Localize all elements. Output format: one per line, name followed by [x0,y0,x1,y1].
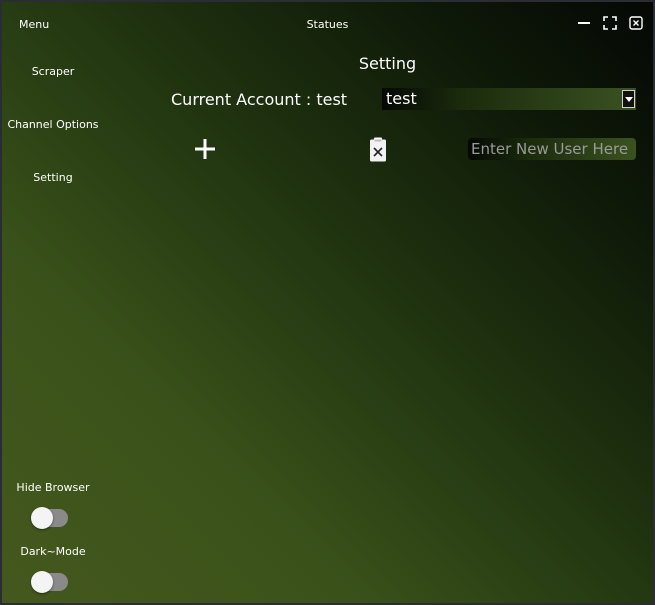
dark-mode-label: Dark~Mode [20,545,86,558]
sidebar-item-setting[interactable]: Setting [2,171,104,184]
window-controls [577,16,643,30]
new-user-input[interactable] [468,138,636,160]
hide-browser-label: Hide Browser [16,481,90,494]
account-select-value: test [386,89,417,108]
page-title: Setting [358,54,417,73]
sidebar: Scraper Channel Options Setting Hide Bro… [2,46,104,602]
current-account-label: Current Account : test [171,90,348,109]
delete-user-button[interactable] [369,137,387,162]
account-select[interactable]: test [382,88,636,110]
window-title: Statues [306,18,349,31]
close-icon[interactable] [629,16,643,30]
toggle-knob [31,571,53,593]
settings-panel: Setting Current Account : test test [104,46,653,603]
minimize-icon[interactable] [577,16,591,30]
sidebar-item-channel-options[interactable]: Channel Options [2,118,104,131]
toggle-knob [31,507,53,529]
app-window: Menu Statues Scraper Channel Options Set… [0,0,655,605]
dark-mode-toggle[interactable] [31,571,68,593]
hide-browser-toggle[interactable] [31,507,68,529]
title-bar: Menu Statues [2,2,653,46]
add-user-button[interactable] [193,137,217,161]
maximize-icon[interactable] [603,16,617,30]
sidebar-item-scraper[interactable]: Scraper [2,65,104,78]
chevron-down-icon[interactable] [622,90,635,108]
